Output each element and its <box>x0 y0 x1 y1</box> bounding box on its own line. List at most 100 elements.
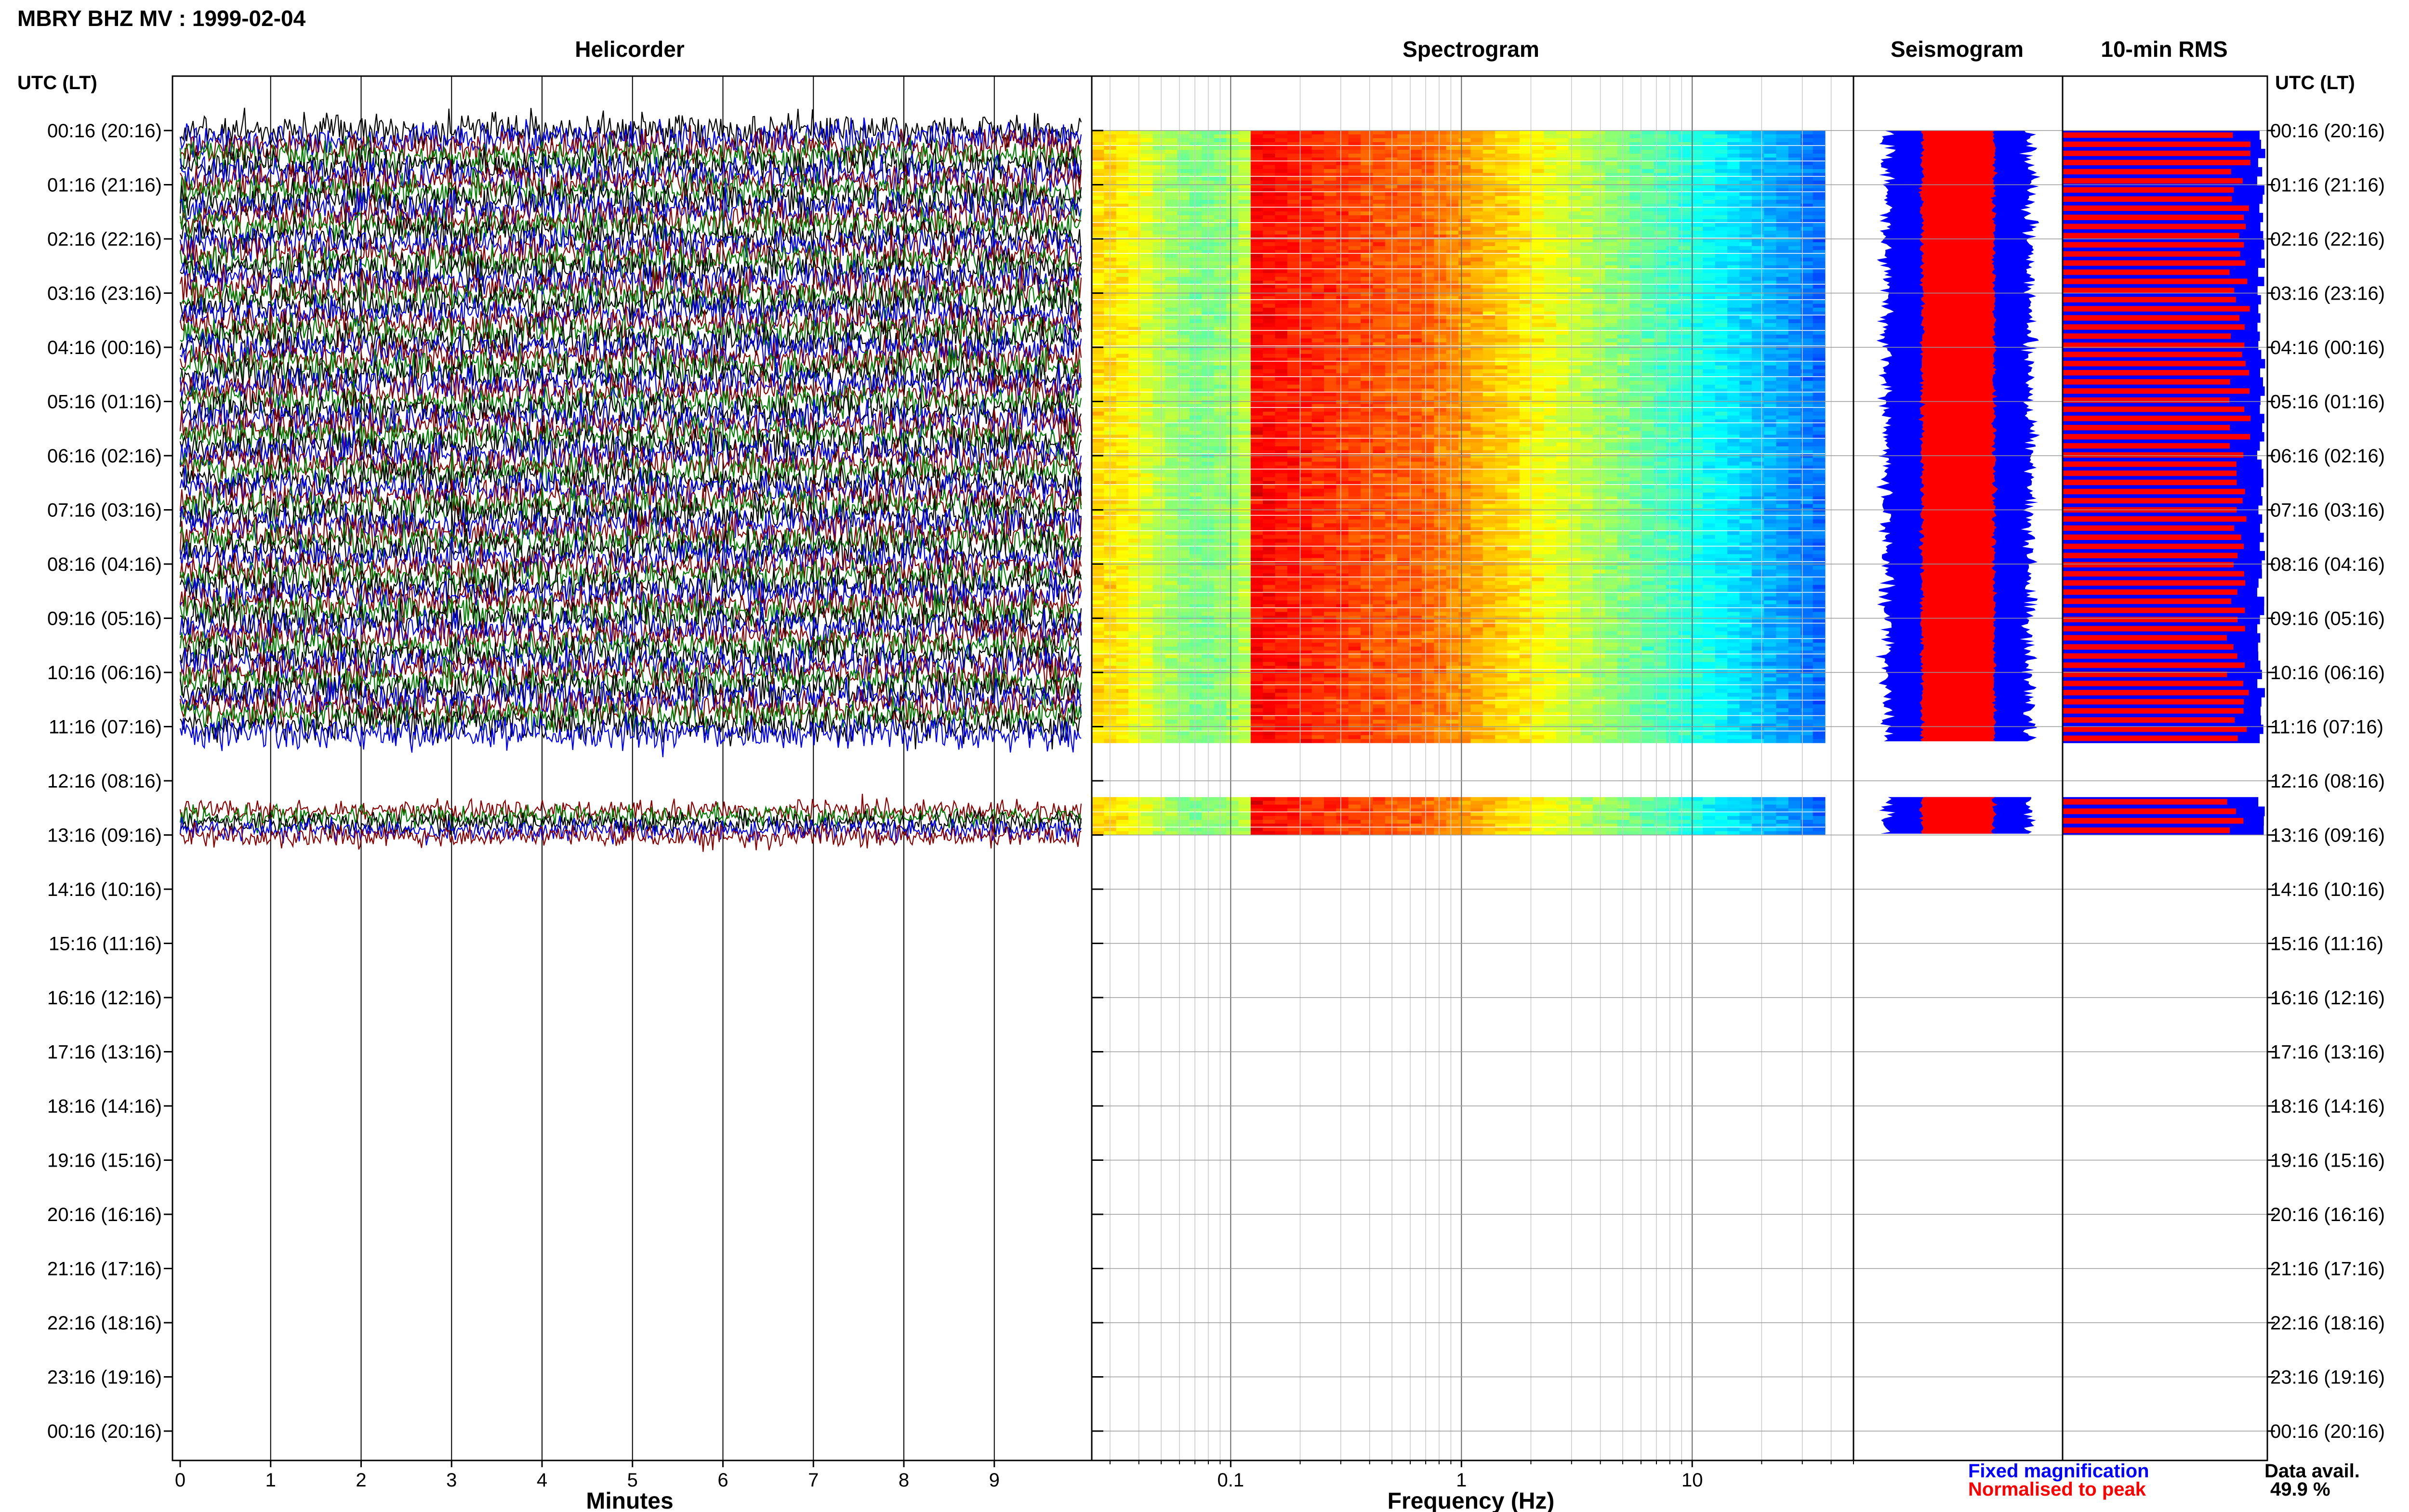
spectrogram-cell <box>1336 319 1349 324</box>
spectrogram-cell <box>1385 300 1398 304</box>
spectrogram-cell <box>1373 330 1386 335</box>
spectrogram-cell <box>1764 288 1777 293</box>
spectrogram-cell <box>1324 323 1337 328</box>
spectrogram-cell <box>1482 300 1496 304</box>
spectrogram-cell <box>1409 207 1422 212</box>
spectrogram-cell <box>1727 408 1740 412</box>
spectrogram-cell <box>1703 154 1716 158</box>
spectrogram-cell <box>1605 369 1618 374</box>
spectrogram-cell <box>1361 161 1374 166</box>
spectrogram-cell <box>1189 146 1202 150</box>
spectrogram-cell <box>1421 377 1434 381</box>
spectrogram-cell <box>1776 211 1789 216</box>
spectrogram-cell <box>1482 146 1496 150</box>
spectrogram-cell <box>1434 253 1447 258</box>
spectrogram-cell <box>1275 431 1288 435</box>
spectrogram-cell <box>1470 246 1483 250</box>
spectrogram-cell <box>1678 165 1691 170</box>
spectrogram-cell <box>1116 176 1129 181</box>
spectrogram-cell <box>1116 438 1129 443</box>
spectrogram-cell <box>1605 354 1618 358</box>
spectrogram-cell <box>1666 408 1679 412</box>
spectrogram-cell <box>1629 438 1642 443</box>
spectrogram-cell <box>1092 150 1104 154</box>
spectrogram-cell <box>1519 431 1532 435</box>
spectrogram-cell <box>1556 276 1569 281</box>
spectrogram-cell <box>1641 180 1655 185</box>
spectrogram-cell <box>1275 269 1288 274</box>
spectrogram-cell <box>1238 269 1251 274</box>
spectrogram-cell <box>1495 261 1508 266</box>
spectrogram-cell <box>1605 226 1618 231</box>
spectrogram-cell <box>1678 354 1691 358</box>
spectrogram-cell <box>1703 161 1716 166</box>
spectrogram-cell <box>1776 180 1789 185</box>
spectrogram-cell <box>1189 284 1202 289</box>
spectrogram-cell <box>1605 134 1618 139</box>
spectrogram-cell <box>1152 319 1165 324</box>
spectrogram-cell <box>1409 392 1422 397</box>
spectrogram-cell <box>1776 381 1789 385</box>
spectrogram-cell <box>1617 338 1630 343</box>
spectrogram-cell <box>1654 257 1667 262</box>
spectrogram-cell <box>1482 211 1496 216</box>
spectrogram-cell <box>1238 257 1251 262</box>
spectrogram-cell <box>1703 165 1716 170</box>
spectrogram-cell <box>1617 226 1630 231</box>
spectrogram-cell <box>1605 334 1618 339</box>
spectrogram-cell <box>1397 354 1410 358</box>
spectrogram-cell <box>1092 207 1104 212</box>
spectrogram-cell <box>1446 161 1459 166</box>
spectrogram-cell <box>1324 192 1337 197</box>
spectrogram-cell <box>1654 334 1667 339</box>
spectrogram-cell <box>1495 427 1508 431</box>
spectrogram-cell <box>1152 199 1165 204</box>
spectrogram-cell <box>1409 176 1422 181</box>
spectrogram-cell <box>1092 330 1104 335</box>
spectrogram-cell <box>1092 408 1104 412</box>
spectrogram-cell <box>1336 300 1349 304</box>
spectrogram-cell <box>1470 346 1483 351</box>
spectrogram-cell <box>1250 253 1263 258</box>
spectrogram-cell <box>1361 431 1374 435</box>
spectrogram-cell <box>1495 438 1508 443</box>
spectrogram-cell <box>1470 211 1483 216</box>
spectrogram-cell <box>1519 334 1532 339</box>
spectrogram-cell <box>1556 415 1569 420</box>
spectrogram-cell <box>1470 400 1483 405</box>
spectrogram-cell <box>1788 150 1801 154</box>
spectrogram-cell <box>1544 330 1557 335</box>
spectrogram-cell <box>1140 215 1153 220</box>
spectrogram-cell <box>1568 334 1581 339</box>
spectrogram-cell <box>1813 150 1826 154</box>
spectrogram-cell <box>1617 288 1630 293</box>
spectrogram-cell <box>1373 230 1386 235</box>
spectrogram-cell <box>1226 138 1239 143</box>
spectrogram-cell <box>1568 230 1581 235</box>
spectrogram-cell <box>1666 323 1679 328</box>
spectrogram-cell <box>1226 346 1239 351</box>
spectrogram-cell <box>1275 396 1288 401</box>
spectrogram-cell <box>1397 276 1410 281</box>
spectrogram-cell <box>1324 408 1337 412</box>
spectrogram-cell <box>1593 276 1605 281</box>
spectrogram-cell <box>1385 276 1398 281</box>
spectrogram-cell <box>1813 269 1826 274</box>
spectrogram-cell <box>1764 180 1777 185</box>
spectrogram-cell <box>1373 377 1386 381</box>
spectrogram-cell <box>1568 180 1581 185</box>
spectrogram-cell <box>1654 396 1667 401</box>
spectrogram-cell <box>1715 146 1728 150</box>
spectrogram-cell <box>1226 369 1239 374</box>
spectrogram-cell <box>1348 180 1361 185</box>
spectrogram-cell <box>1116 307 1129 312</box>
spectrogram-cell <box>1275 138 1288 143</box>
spectrogram-cell <box>1580 199 1593 204</box>
spectrogram-cell <box>1580 365 1593 370</box>
spectrogram-cell <box>1250 369 1263 374</box>
spectrogram-cell <box>1336 276 1349 281</box>
spectrogram-cell <box>1764 369 1777 374</box>
spectrogram-cell <box>1519 176 1532 181</box>
spectrogram-cell <box>1788 138 1801 143</box>
spectrogram-cell <box>1373 396 1386 401</box>
